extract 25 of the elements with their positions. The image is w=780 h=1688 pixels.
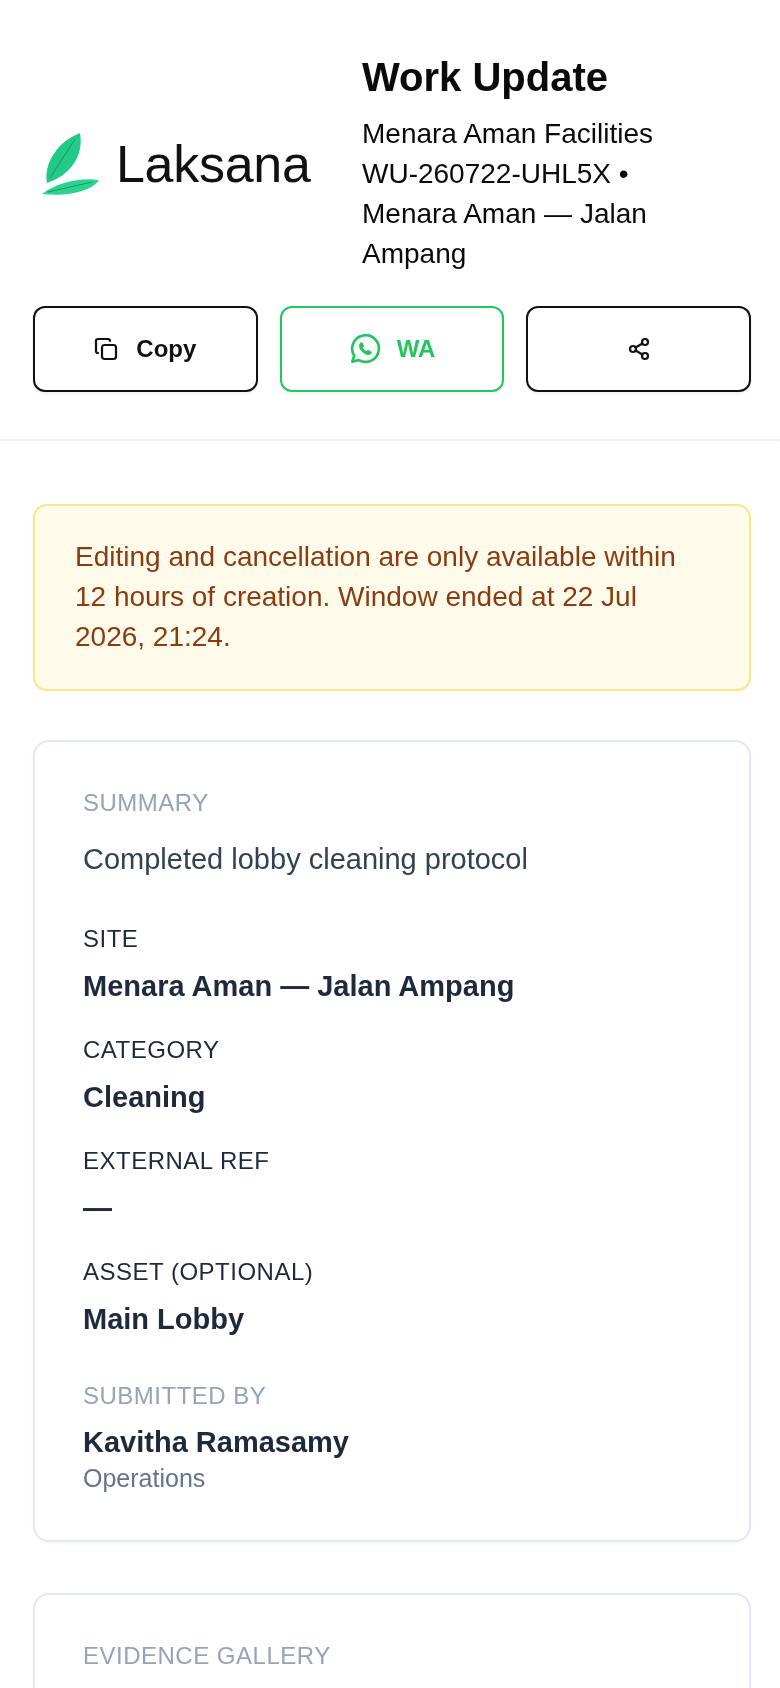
summary-text: Completed lobby cleaning protocol <box>83 842 529 877</box>
organization-name: Menara Aman Facilities <box>362 117 654 151</box>
logo-wordmark: Laksana <box>116 133 311 194</box>
reference-text: WU-260722-UHL5X • Menara Aman — Jalan Ampang <box>362 157 648 271</box>
submitter-label: SUBMITTED BY <box>83 1381 268 1411</box>
copy-button[interactable]: Copy <box>33 306 258 392</box>
share-button[interactable] <box>526 306 751 392</box>
submitter-name: Kavitha Ramasamy <box>83 1425 350 1460</box>
submitter-department: Operations <box>83 1463 207 1494</box>
section-title: EVIDENCE GALLERY <box>83 1641 332 1671</box>
field-label: ASSET (OPTIONAL) <box>83 1257 315 1287</box>
field-value: Menara Aman — Jalan Ampang <box>83 969 516 1004</box>
field-value: Cleaning <box>83 1080 207 1115</box>
field-value: — <box>83 1191 113 1226</box>
chat-bubble-phone-icon <box>348 333 381 365</box>
summary-label: SUMMARY <box>83 788 210 818</box>
field-label: EXTERNAL REF <box>83 1146 271 1176</box>
leaves-logo-icon <box>42 132 99 195</box>
page-title: Work Update <box>362 54 609 101</box>
copy-icon <box>94 337 119 361</box>
share-icon <box>626 337 651 361</box>
field-label: CATEGORY <box>83 1035 221 1065</box>
field-value: Main Lobby <box>83 1302 246 1337</box>
notice-text: Editing and cancellation are only available within 12 hours of creation. Window ended at 22 Jul 2026, 21:24. <box>75 540 677 654</box>
field-label: SITE <box>83 924 140 954</box>
